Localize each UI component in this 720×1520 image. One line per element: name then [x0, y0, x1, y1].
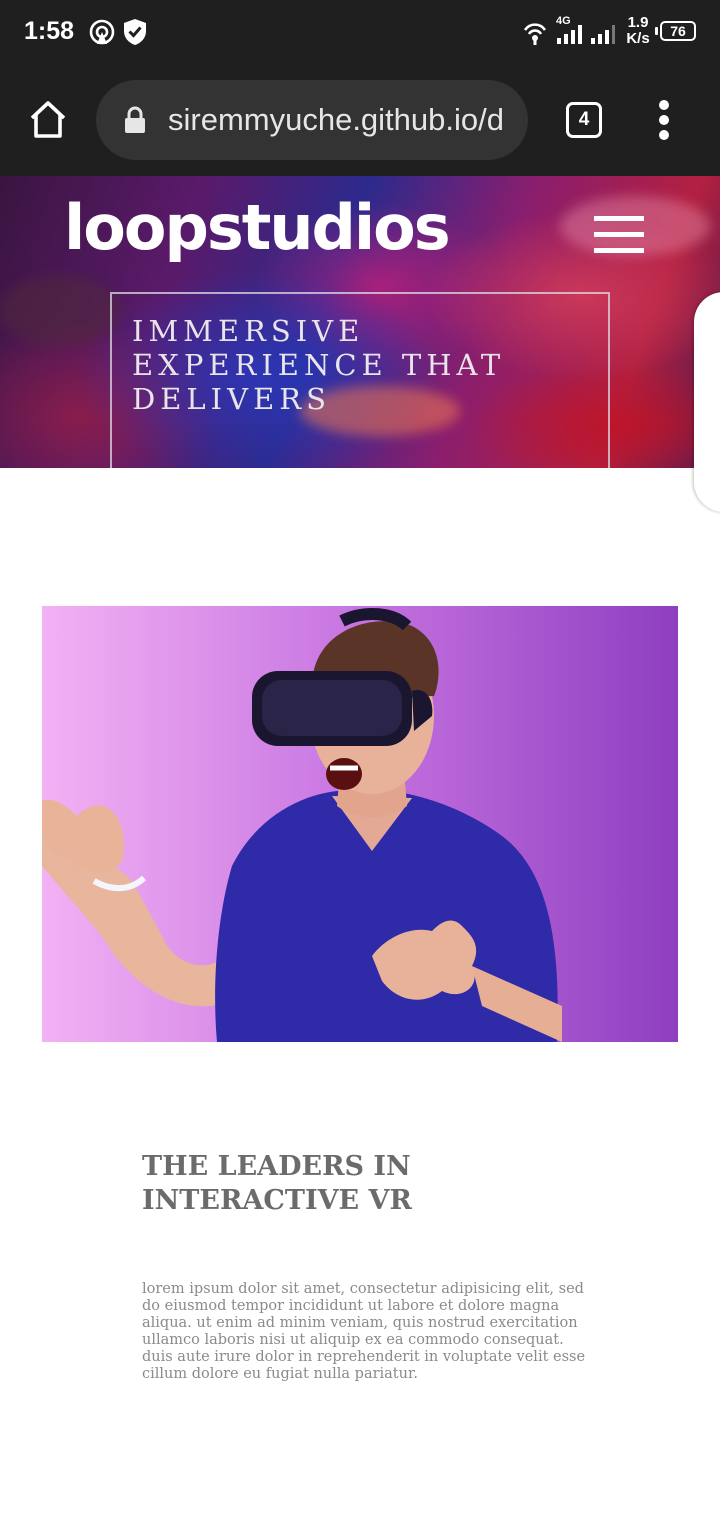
tab-switcher-button[interactable]: 4 [566, 102, 602, 138]
section-heading: THE LEADERS IN INTERACTIVE VR [142, 1151, 412, 1216]
shield-icon [124, 19, 146, 45]
net-speed: 1.9 K/s [624, 15, 652, 47]
url-text[interactable]: siremmyuche.github.io/d [168, 102, 513, 142]
net-speed-value: 1.9 [627, 14, 649, 31]
signal-icon [557, 25, 582, 44]
battery-indicator: 76 [655, 21, 696, 41]
section-body-text: lorem ipsum dolor sit amet, consectetur … [142, 1281, 586, 1382]
url-bar[interactable]: siremmyuche.github.io/d [96, 80, 528, 160]
signal-icon [591, 25, 615, 44]
wifi-icon [523, 23, 547, 45]
hero-section: loopstudios IMMERSIVE EXPERIENCE THAT DE… [0, 176, 720, 468]
home-icon[interactable] [26, 98, 70, 142]
vr-photo-illustration [42, 606, 678, 1042]
vr-headset-man-photo [42, 606, 678, 1042]
side-panel-handle[interactable] [694, 292, 720, 512]
lock-icon [125, 106, 145, 133]
hero-background-glow [0, 276, 120, 346]
net-speed-unit: K/s [626, 30, 650, 47]
status-time: 1:58 [24, 17, 75, 45]
hamburger-icon[interactable] [594, 214, 644, 254]
site-logo[interactable]: loopstudios [64, 188, 451, 268]
overflow-menu-icon[interactable] [650, 100, 678, 140]
browser-toolbar: siremmyuche.github.io/d 4 [0, 64, 720, 176]
status-bar: 1:58 4G 1.9 K/s 76 [0, 0, 720, 64]
hotspot-icon [89, 19, 115, 45]
hero-title: IMMERSIVE EXPERIENCE THAT DELIVERS [132, 314, 506, 416]
hero-title-box: IMMERSIVE EXPERIENCE THAT DELIVERS [110, 292, 610, 468]
